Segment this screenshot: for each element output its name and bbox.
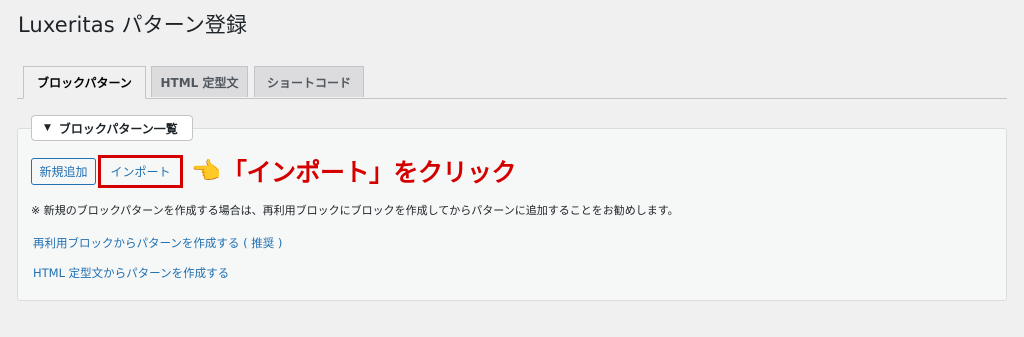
add-new-button[interactable]: 新規追加 [31,158,96,185]
page-title: Luxeritas パターン登録 [18,13,248,37]
recommendation-note: ※ 新規のブロックパターンを作成する場合は、再利用ブロックにブロックを作成してか… [31,204,679,217]
tab-block-patterns[interactable]: ブロックパターン [23,66,146,99]
tab-shortcodes[interactable]: ショートコード [254,66,364,97]
annotation-callout: 「インポート」をクリック [222,158,517,187]
import-button[interactable]: インポート [98,155,183,188]
section-toggle[interactable]: ▼ ブロックパターン一覧 [31,115,193,141]
link-from-html-snippet[interactable]: HTML 定型文からパターンを作成する [33,265,229,281]
link-from-reusable-block[interactable]: 再利用ブロックからパターンを作成する ( 推奨 ) [33,235,282,251]
section-title: ブロックパターン一覧 [58,121,178,136]
pointing-hand-icon: 👈 [191,157,221,185]
tab-bar: ブロックパターン HTML 定型文 ショートコード [17,66,1007,99]
tab-html-snippets[interactable]: HTML 定型文 [151,66,248,97]
triangle-down-icon: ▼ [44,123,51,133]
